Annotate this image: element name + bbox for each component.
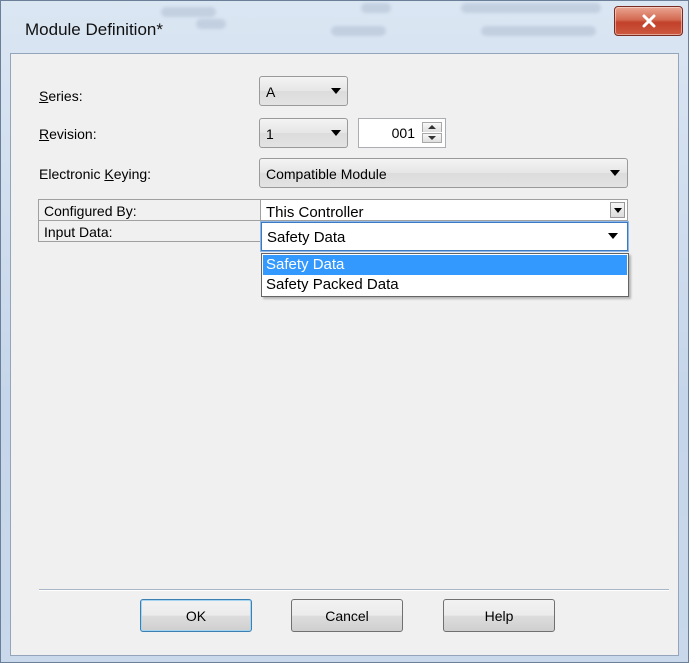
dialog-window: Module Definition* Series: A Revision: 1… <box>0 0 689 663</box>
dropdown-option-safety-data[interactable]: Safety Data <box>263 255 627 275</box>
input-data-value: Safety Data <box>267 229 346 246</box>
chevron-down-icon <box>614 208 622 213</box>
revision-label: Revision: <box>39 126 97 142</box>
dropdown-button[interactable] <box>610 202 625 218</box>
revision-major-value: 1 <box>266 126 274 142</box>
close-icon <box>641 14 657 28</box>
revision-major-select[interactable]: 1 <box>259 118 348 148</box>
stepper-up-button[interactable] <box>422 122 442 132</box>
ok-button[interactable]: OK <box>140 599 252 632</box>
series-label: Series: <box>39 88 83 104</box>
electronic-keying-value: Compatible Module <box>266 166 387 182</box>
configured-by-select[interactable]: This Controller <box>260 199 628 221</box>
window-title: Module Definition* <box>25 20 163 39</box>
revision-minor-stepper[interactable]: 001 <box>358 118 446 148</box>
stepper-down-button[interactable] <box>422 133 442 143</box>
input-data-select[interactable]: Safety Data <box>261 222 628 251</box>
footer-separator <box>39 589 669 591</box>
title-bar: Module Definition* <box>1 1 688 53</box>
dropdown-option-safety-packed-data[interactable]: Safety Packed Data <box>263 275 627 295</box>
electronic-keying-select[interactable]: Compatible Module <box>259 158 628 188</box>
help-button[interactable]: Help <box>443 599 555 632</box>
series-value: A <box>266 84 276 100</box>
configured-by-value: This Controller <box>266 204 364 221</box>
series-select[interactable]: A <box>259 76 348 106</box>
chevron-down-icon <box>608 233 618 239</box>
arrow-up-icon <box>428 125 436 129</box>
chevron-down-icon <box>331 88 341 94</box>
grid-label-input-data: Input Data: <box>38 220 261 242</box>
cancel-button[interactable]: Cancel <box>291 599 403 632</box>
chevron-down-icon <box>610 170 620 176</box>
revision-minor-value: 001 <box>391 125 415 141</box>
input-data-dropdown-list: Safety Data Safety Packed Data <box>261 253 629 297</box>
grid-label-configured-by: Configured By: <box>38 199 261 221</box>
electronic-keying-label: Electronic Keying: <box>39 166 152 182</box>
stepper-buttons <box>422 122 442 144</box>
chevron-down-icon <box>331 130 341 136</box>
close-button[interactable] <box>614 6 683 36</box>
arrow-down-icon <box>428 136 436 140</box>
